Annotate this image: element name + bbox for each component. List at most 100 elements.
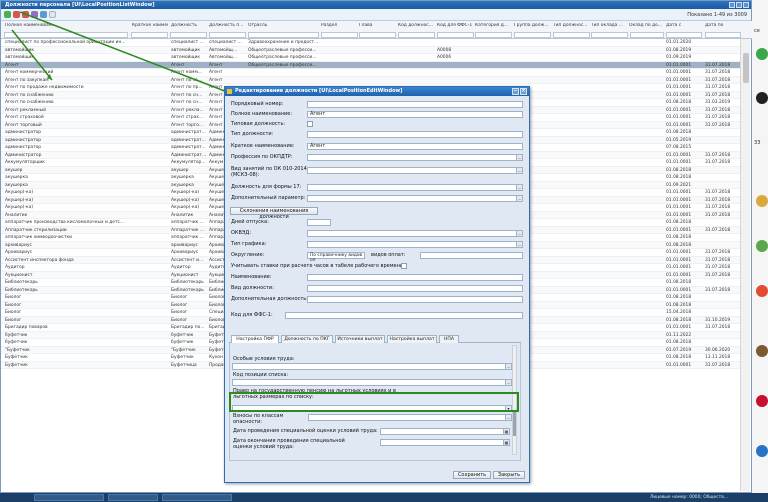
schedule-input[interactable]: … [307, 241, 523, 248]
tab-pfr[interactable]: Настройка ПФР [231, 335, 279, 343]
filter-group[interactable] [514, 32, 551, 38]
rounding-select[interactable]: По справочнику видов оп [307, 252, 365, 263]
table-row[interactable]: Агент Агент Агент Общеотраслевые професси..… [1, 61, 741, 69]
col-ffs-code[interactable]: Код для ФФС-1 [437, 23, 473, 28]
taskbar-item-2[interactable] [108, 494, 158, 501]
col-date-to[interactable]: Дата по [705, 23, 739, 28]
contrib-input[interactable]: … [308, 414, 512, 421]
filter-type[interactable] [553, 32, 590, 38]
filter-position2[interactable] [209, 32, 246, 38]
col-chapter[interactable]: Глава [359, 23, 395, 28]
col-group[interactable]: Группа долж... [514, 23, 550, 28]
maximize-button[interactable] [736, 2, 742, 8]
close-button[interactable] [743, 2, 749, 8]
filter-salary[interactable] [630, 32, 664, 38]
okpdtr-input[interactable]: … [307, 154, 523, 161]
filter-date-from[interactable] [666, 32, 702, 38]
app-icon-red[interactable] [756, 285, 768, 297]
schedule-select-button[interactable]: … [516, 242, 522, 247]
delete-icon[interactable] [13, 11, 20, 18]
col-category[interactable]: Категория д... [475, 23, 511, 28]
filter-ffs-code[interactable] [437, 32, 474, 38]
filter-category[interactable] [475, 32, 512, 38]
col-date-from[interactable]: Дата с [666, 23, 700, 28]
col-branch[interactable]: Отрасль [248, 23, 318, 28]
table-row[interactable]: автомойщик автомойщик Автомойщ... Общеотрас… [1, 46, 741, 54]
short-name-input[interactable]: Агент [307, 143, 523, 150]
app-icon-yellow[interactable] [756, 195, 768, 207]
app-icon-leaf[interactable] [756, 240, 768, 252]
col-position2[interactable]: Должность п... [209, 23, 245, 28]
close-dialog-button[interactable]: Закрыть [493, 471, 525, 479]
extra-param-input[interactable]: … [307, 195, 523, 202]
filter-full-name[interactable] [4, 32, 128, 38]
tab-pkg[interactable]: Должность по ПКГ [281, 335, 333, 343]
list-code-input[interactable]: … [232, 379, 512, 386]
okved-input[interactable]: … [307, 230, 523, 237]
dialog-close-icon[interactable]: × [520, 88, 527, 95]
dialog-minimize-icon[interactable]: − [512, 88, 519, 95]
table-row[interactable]: Агент коммерческий Агент комм... Агент 01.0… [1, 69, 741, 77]
rates-checkbox[interactable] [401, 263, 407, 269]
filter-code[interactable] [398, 32, 435, 38]
filter-icon[interactable] [49, 11, 56, 18]
table-row[interactable]: специалист по профессиональной ориентаци… [1, 39, 741, 47]
form17-input[interactable]: … [307, 184, 523, 191]
filter-branch[interactable] [248, 32, 319, 38]
sout-end-input[interactable]: ▦ [380, 439, 510, 446]
minimize-button[interactable] [729, 2, 735, 8]
tab-sources[interactable]: Источники выплат [335, 335, 385, 343]
add-icon[interactable] [4, 11, 11, 18]
position-kind-input[interactable] [307, 285, 523, 292]
table-row[interactable]: автомойщик автомойщик Автомойщ... Общеотрас… [1, 54, 741, 62]
ffs-input[interactable] [285, 312, 523, 319]
okz-input[interactable]: … [307, 167, 523, 174]
add-position-input[interactable] [307, 296, 523, 303]
tab-payments[interactable]: Настройка выплат [387, 335, 437, 343]
name-input[interactable] [307, 274, 523, 281]
okz-select-button[interactable]: … [516, 168, 522, 173]
col-type[interactable]: Тип должнос... [553, 23, 589, 28]
col-position[interactable]: Должность [171, 23, 207, 28]
filter-chapter[interactable] [359, 32, 396, 38]
scroll-thumb[interactable] [743, 53, 749, 83]
sout-date-calendar-icon[interactable]: ▦ [503, 429, 509, 434]
extra-param-select-button[interactable]: … [516, 196, 522, 201]
app-icon-blue[interactable] [756, 445, 768, 457]
declension-button[interactable]: Склонения наименования должности [230, 207, 318, 220]
col-section[interactable]: Раздел [321, 23, 357, 28]
conditions-input[interactable]: … [232, 363, 512, 370]
full-name-input[interactable]: Агент [307, 111, 523, 118]
okved-select-button[interactable]: … [516, 231, 522, 236]
tab-panel-scroll-thumb[interactable] [513, 410, 516, 436]
grid-scrollbar[interactable] [740, 39, 750, 491]
sout-date-input[interactable]: ▦ [380, 428, 510, 435]
order-input[interactable] [307, 101, 523, 108]
col-salary[interactable]: Оклад по до... [629, 23, 663, 28]
app-icon-brown[interactable] [756, 345, 768, 357]
vacation-input[interactable] [307, 219, 331, 226]
filter-position[interactable] [170, 32, 207, 38]
app-icon-crimson[interactable] [756, 395, 768, 407]
app-icon-dark[interactable] [756, 92, 768, 104]
col-full-name[interactable]: Полное наименован... [5, 23, 125, 28]
filter-salary-type[interactable] [591, 32, 628, 38]
type-input[interactable] [307, 131, 523, 138]
filter-section[interactable] [321, 32, 358, 38]
taskbar-item-3[interactable] [162, 494, 232, 501]
typical-checkbox[interactable] [307, 121, 313, 127]
sout-end-calendar-icon[interactable]: ▦ [503, 440, 509, 445]
filter-short-name[interactable] [131, 32, 168, 38]
taskbar-item-1[interactable] [34, 494, 104, 501]
remove-icon[interactable] [22, 11, 29, 18]
tab-npa[interactable]: НПА [439, 335, 459, 343]
col-short-name[interactable]: Краткое наименован... [132, 23, 168, 28]
col-code[interactable]: Код должнос... [398, 23, 434, 28]
contrib-select-button[interactable]: … [505, 415, 511, 420]
table-row[interactable]: Агент по закупкам Агент по за... Агент 01.0… [1, 76, 741, 84]
refresh-icon[interactable] [40, 11, 47, 18]
edit-icon[interactable] [31, 11, 38, 18]
okpdtr-select-button[interactable]: … [516, 155, 522, 160]
filter-date-to[interactable] [705, 32, 741, 38]
col-salary-type[interactable]: Тип оклада ... [591, 23, 627, 28]
